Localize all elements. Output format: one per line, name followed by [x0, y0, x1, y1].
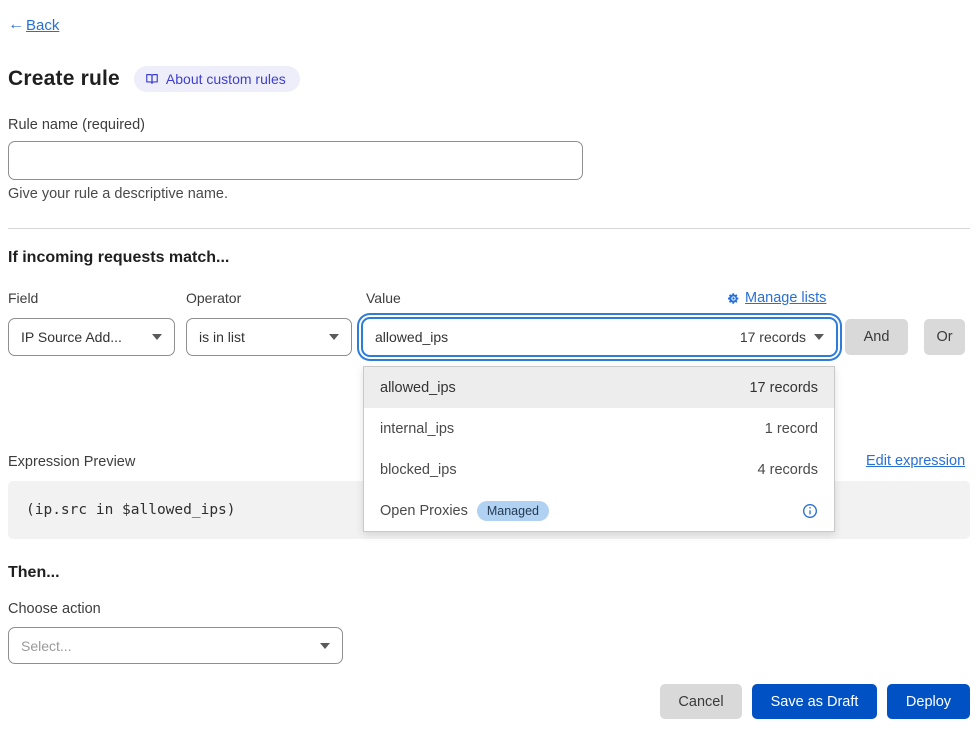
back-link[interactable]: ←Back: [8, 16, 59, 34]
about-custom-rules-label: About custom rules: [166, 71, 286, 87]
page-title: Create rule: [8, 67, 120, 91]
chevron-down-icon: [320, 643, 330, 649]
field-label: Field: [8, 290, 38, 306]
list-item-name: Open Proxies: [380, 503, 468, 519]
chevron-down-icon: [814, 334, 824, 340]
and-button[interactable]: And: [845, 319, 908, 355]
value-select-value: allowed_ips: [375, 329, 740, 345]
about-custom-rules-link[interactable]: About custom rules: [134, 66, 300, 92]
manage-lists-link[interactable]: Manage lists: [727, 290, 826, 306]
expression-preview-label: Expression Preview: [8, 454, 135, 470]
info-icon[interactable]: [802, 503, 818, 519]
list-item-internal-ips[interactable]: internal_ips 1 record: [364, 408, 834, 449]
value-label: Value: [366, 290, 401, 306]
list-item-open-proxies[interactable]: Open Proxies Managed: [364, 490, 834, 531]
value-select-record-count: 17 records: [740, 329, 806, 345]
list-item-records: 1 record: [765, 421, 818, 437]
back-link-label: Back: [26, 17, 59, 34]
choose-action-label: Choose action: [8, 601, 101, 617]
section-divider: [8, 228, 970, 229]
list-item-name: blocked_ips: [380, 462, 758, 478]
action-select[interactable]: Select...: [8, 627, 343, 664]
list-item-allowed-ips[interactable]: allowed_ips 17 records: [364, 367, 834, 408]
rule-name-helper-text: Give your rule a descriptive name.: [8, 186, 228, 202]
manage-lists-label: Manage lists: [745, 290, 826, 306]
field-select-value: IP Source Add...: [21, 329, 144, 345]
action-select-placeholder: Select...: [21, 638, 312, 654]
or-button[interactable]: Or: [924, 319, 965, 355]
expression-code: (ip.src in $allowed_ips): [26, 502, 236, 518]
operator-select-value: is in list: [199, 329, 321, 345]
rule-name-label: Rule name (required): [8, 117, 145, 133]
edit-expression-link[interactable]: Edit expression: [866, 453, 965, 469]
list-item-name: allowed_ips: [380, 380, 749, 396]
value-dropdown-panel: allowed_ips 17 records internal_ips 1 re…: [363, 366, 835, 532]
list-item-records: 4 records: [758, 462, 818, 478]
cancel-button[interactable]: Cancel: [660, 684, 742, 719]
gear-icon: [727, 292, 740, 305]
deploy-button[interactable]: Deploy: [887, 684, 970, 719]
match-section-heading: If incoming requests match...: [8, 249, 229, 267]
then-section-heading: Then...: [8, 564, 60, 582]
book-icon: [145, 72, 159, 86]
managed-badge: Managed: [477, 501, 549, 521]
operator-select[interactable]: is in list: [186, 318, 352, 356]
list-item-blocked-ips[interactable]: blocked_ips 4 records: [364, 449, 834, 490]
list-item-name: internal_ips: [380, 421, 765, 437]
create-rule-page: ←Back Create rule About custom rules Rul…: [0, 0, 979, 739]
list-item-records: 17 records: [749, 380, 818, 396]
rule-name-input[interactable]: [8, 141, 583, 180]
save-as-draft-button[interactable]: Save as Draft: [752, 684, 877, 719]
chevron-down-icon: [329, 334, 339, 340]
title-row: Create rule About custom rules: [8, 66, 300, 92]
field-select[interactable]: IP Source Add...: [8, 318, 175, 356]
value-select[interactable]: allowed_ips 17 records: [361, 317, 838, 357]
chevron-down-icon: [152, 334, 162, 340]
back-arrow-icon: ←: [8, 16, 24, 34]
operator-label: Operator: [186, 290, 241, 306]
